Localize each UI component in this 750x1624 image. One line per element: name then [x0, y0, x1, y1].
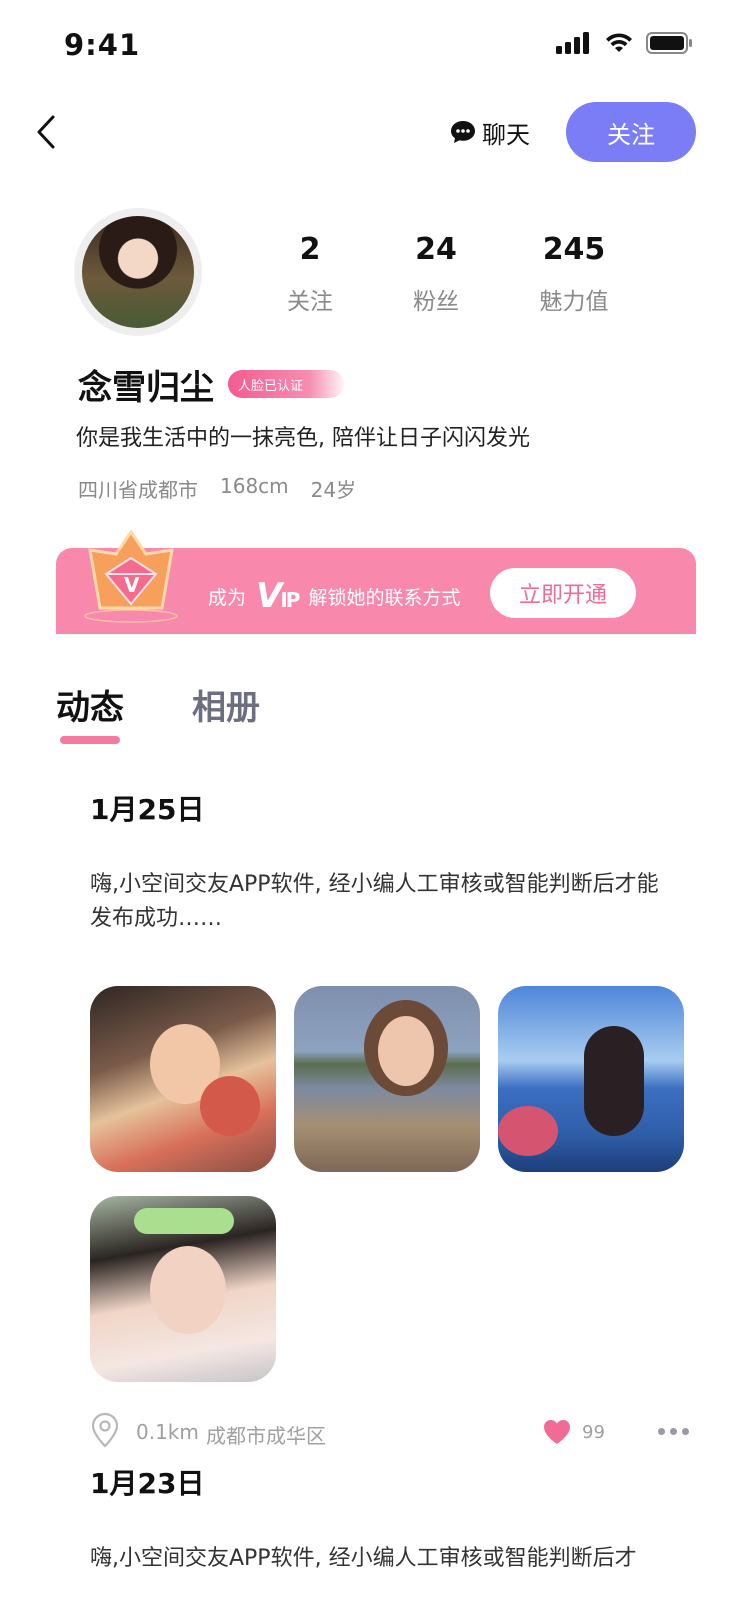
post-date: 1月25日: [90, 793, 205, 826]
post-district: 成都市成华区: [206, 1424, 326, 1448]
follow-button[interactable]: 关注: [566, 102, 696, 162]
avatar[interactable]: [74, 208, 202, 336]
vip-prefix: 成为: [208, 586, 247, 609]
post-photo[interactable]: [294, 986, 480, 1172]
status-bar: 9:41: [0, 0, 750, 92]
vip-logo-v: V: [256, 576, 282, 616]
vip-logo: VIP: [256, 576, 300, 616]
open-vip-button[interactable]: 立即开通: [490, 568, 636, 618]
post-photo[interactable]: [90, 986, 276, 1172]
back-button[interactable]: [28, 110, 64, 154]
stat-fans[interactable]: 24 粉丝: [376, 232, 496, 316]
more-dot: [682, 1428, 689, 1435]
post-distance: 0.1km: [136, 1420, 199, 1444]
post-item[interactable]: 1月23日 嗨,小空间交友APP软件, 经小编人工审核或智能判断后才: [90, 1462, 690, 1576]
profile-location: 四川省成都市: [78, 478, 198, 502]
profile-height: 168cm: [220, 474, 289, 498]
more-dot: [670, 1428, 677, 1435]
post-item[interactable]: 1月25日 嗨,小空间交友APP软件, 经小编人工审核或智能判断后才能发布成功……: [90, 788, 690, 936]
svg-text:V: V: [124, 573, 140, 597]
battery-icon: [646, 32, 692, 54]
face-verified-badge: 人脸已认证: [228, 370, 344, 398]
like-count: 99: [582, 1422, 605, 1443]
stat-value: 24: [415, 232, 457, 267]
stat-label: 魅力值: [539, 289, 609, 315]
chat-label: 聊天: [482, 120, 530, 149]
stat-value: 2: [299, 232, 321, 267]
chat-button[interactable]: 聊天: [450, 112, 530, 152]
stat-value: 245: [542, 232, 606, 267]
vip-banner[interactable]: V 成为 VIP 解锁她的联系方式 立即开通: [56, 529, 696, 634]
stat-label: 粉丝: [413, 289, 459, 315]
wifi-icon: [606, 33, 632, 52]
content-tabs: 动态 相册: [56, 680, 696, 744]
profile-name: 念雪归尘: [78, 368, 214, 408]
top-nav: 聊天 关注: [0, 96, 750, 168]
more-options-icon[interactable]: [658, 1428, 689, 1435]
post-text: 嗨,小空间交友APP软件, 经小编人工审核或智能判断后才能发布成功……: [90, 872, 659, 931]
stat-following[interactable]: 2 关注: [250, 232, 370, 316]
more-dot: [658, 1428, 665, 1435]
post-date: 1月23日: [90, 1467, 205, 1500]
status-time: 9:41: [64, 28, 141, 62]
diamond-crown-icon: V: [84, 529, 178, 623]
profile-bio: 你是我生活中的一抹亮色, 陪伴让日子闪闪发光: [76, 426, 530, 451]
profile-stats: 2 关注 24 粉丝 245 魅力值: [262, 232, 662, 316]
location-pin-icon: [91, 1412, 119, 1448]
post-photo[interactable]: [90, 1196, 276, 1382]
stat-label: 关注: [287, 289, 333, 315]
cellular-signal-icon: [556, 32, 589, 54]
post-footer: 0.1km 成都市成华区 99: [90, 1412, 690, 1452]
post-text: 嗨,小空间交友APP软件, 经小编人工审核或智能判断后才: [90, 1546, 637, 1571]
tab-album[interactable]: 相册: [192, 680, 260, 729]
heart-icon[interactable]: [542, 1418, 572, 1446]
status-icons: [556, 32, 694, 54]
post-photo[interactable]: [498, 986, 684, 1172]
vip-suffix: 解锁她的联系方式: [308, 586, 461, 609]
stat-charm[interactable]: 245 魅力值: [514, 232, 634, 316]
vip-promo-text: 成为 VIP 解锁她的联系方式: [208, 576, 460, 616]
profile-age: 24岁: [310, 478, 357, 502]
avatar-image: [82, 216, 194, 328]
chevron-left-icon: [37, 115, 55, 149]
chat-bubble-icon: [451, 121, 475, 143]
vip-logo-ip: IP: [280, 588, 300, 612]
profile-meta: 四川省成都市 168cm 24岁: [78, 474, 356, 503]
tab-moments[interactable]: 动态: [56, 680, 124, 729]
active-tab-indicator: [60, 736, 120, 744]
